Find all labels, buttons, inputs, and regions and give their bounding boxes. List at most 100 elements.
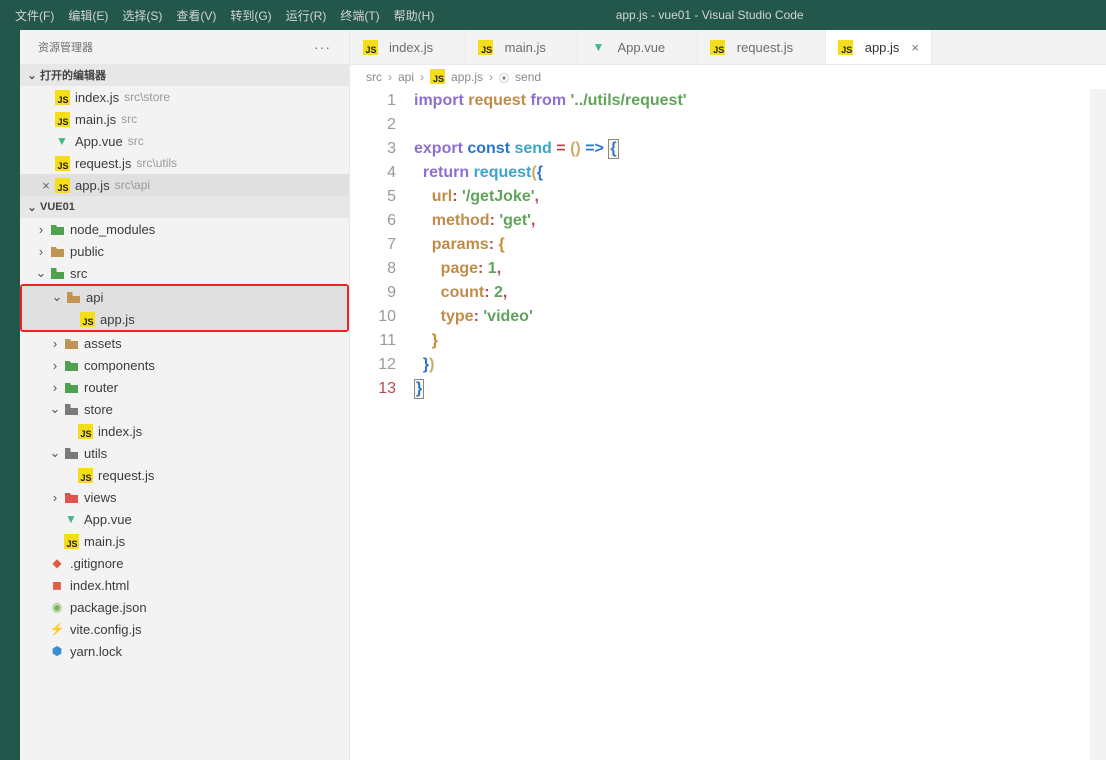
folder-icon xyxy=(66,291,81,304)
close-icon[interactable]: × xyxy=(911,40,919,55)
folder-icon xyxy=(64,381,79,394)
code-line[interactable]: }) xyxy=(414,353,1090,377)
menu-item[interactable]: 选择(S) xyxy=(115,7,169,24)
menu-item[interactable]: 帮助(H) xyxy=(387,7,442,24)
menu-item[interactable]: 运行(R) xyxy=(279,7,334,24)
tree-row[interactable]: ›assets xyxy=(20,332,349,354)
open-editor-path: src\utils xyxy=(136,156,177,170)
code-line[interactable]: count: 2, xyxy=(414,281,1090,305)
open-editor-path: src\api xyxy=(115,178,150,192)
more-icon[interactable]: ··· xyxy=(314,39,331,55)
tree-row[interactable]: ◼index.html xyxy=(20,574,349,596)
activity-bar[interactable] xyxy=(0,30,20,760)
tree-row[interactable]: ⌄api xyxy=(22,286,347,308)
code-line[interactable]: } xyxy=(414,377,1090,401)
code-line[interactable]: url: '/getJoke', xyxy=(414,185,1090,209)
code-lines[interactable]: import request from '../utils/request' ex… xyxy=(414,89,1090,760)
tree-item-name: api xyxy=(86,290,103,305)
menu-item[interactable]: 文件(F) xyxy=(8,7,61,24)
code-line[interactable]: export const send = () => { xyxy=(414,137,1090,161)
code-line[interactable]: return request({ xyxy=(414,161,1090,185)
chevron-right-icon: › xyxy=(489,70,493,84)
tree-item-name: request.js xyxy=(98,468,154,483)
editor-tab[interactable]: JSmain.js× xyxy=(466,30,579,64)
editor-tab[interactable]: JSapp.js× xyxy=(826,30,932,64)
open-editor-row[interactable]: ▼App.vuesrc xyxy=(20,130,349,152)
yarn-icon: ⬢ xyxy=(52,644,62,658)
code-line[interactable]: } xyxy=(414,329,1090,353)
chevron-right-icon: › xyxy=(420,70,424,84)
breadcrumb[interactable]: src›api›JSapp.js›⦿send xyxy=(350,65,1106,89)
open-editors-header[interactable]: ⌄ 打开的编辑器 xyxy=(20,64,349,86)
menu-item[interactable]: 查看(V) xyxy=(169,7,223,24)
folder-icon xyxy=(64,491,79,504)
open-editor-row[interactable]: JSmain.jssrc xyxy=(20,108,349,130)
tree-item-name: index.js xyxy=(98,424,142,439)
code-line[interactable]: type: 'video' xyxy=(414,305,1090,329)
tree-row[interactable]: ›node_modules xyxy=(20,218,349,240)
js-icon: JS xyxy=(838,40,853,55)
breadcrumb-segment[interactable]: send xyxy=(515,70,541,84)
tree-row[interactable]: ⬢yarn.lock xyxy=(20,640,349,662)
tree-row[interactable]: JSindex.js xyxy=(20,420,349,442)
chevron-right-icon: › xyxy=(34,222,48,237)
open-editor-path: src\store xyxy=(124,90,170,104)
tree-row[interactable]: ›views xyxy=(20,486,349,508)
close-icon[interactable]: × xyxy=(38,178,54,193)
tree-row[interactable]: JS main.js xyxy=(20,530,349,552)
editor-tab[interactable]: JSrequest.js× xyxy=(698,30,826,64)
tree-row[interactable]: JSapp.js xyxy=(22,308,347,330)
tree-row[interactable]: ▼App.vue xyxy=(20,508,349,530)
line-number: 1 xyxy=(350,89,396,113)
line-number: 12 xyxy=(350,353,396,377)
js-icon: JS xyxy=(430,69,445,84)
chevron-down-icon: ⌄ xyxy=(24,69,40,82)
js-icon: JS xyxy=(78,468,93,483)
tree-item-name: store xyxy=(84,402,113,417)
tree-item-name: package.json xyxy=(70,600,147,615)
code-line[interactable]: import request from '../utils/request' xyxy=(414,89,1090,113)
code-line[interactable]: page: 1, xyxy=(414,257,1090,281)
tree-row[interactable]: ◆.gitignore xyxy=(20,552,349,574)
breadcrumb-segment[interactable]: src xyxy=(366,70,382,84)
folder-icon xyxy=(64,447,79,460)
editor-tab[interactable]: ▼App.vue× xyxy=(578,30,697,64)
tree-row[interactable]: ◉package.json xyxy=(20,596,349,618)
tree-item-name: public xyxy=(70,244,104,259)
js-icon: JS xyxy=(64,534,79,549)
code-line[interactable]: params: { xyxy=(414,233,1090,257)
chevron-right-icon: › xyxy=(48,380,62,395)
tree-row[interactable]: ›components xyxy=(20,354,349,376)
code-line[interactable]: method: 'get', xyxy=(414,209,1090,233)
editor-tab[interactable]: JSindex.js× xyxy=(350,30,466,64)
menu-items: 文件(F)编辑(E)选择(S)查看(V)转到(G)运行(R)终端(T)帮助(H) xyxy=(8,7,441,24)
project-header[interactable]: ⌄ VUE01 xyxy=(20,196,349,218)
minimap[interactable] xyxy=(1090,89,1106,760)
open-editor-row[interactable]: JSindex.jssrc\store xyxy=(20,86,349,108)
code-line[interactable] xyxy=(414,113,1090,137)
tree-row[interactable]: ⌄utils xyxy=(20,442,349,464)
breadcrumb-segment[interactable]: api xyxy=(398,70,414,84)
js-icon: JS xyxy=(55,112,70,127)
tab-label: App.vue xyxy=(617,40,665,55)
symbol-icon: ⦿ xyxy=(499,70,509,85)
menu-item[interactable]: 转到(G) xyxy=(223,7,278,24)
sidebar: 资源管理器 ··· ⌄ 打开的编辑器 JSindex.jssrc\storeJS… xyxy=(20,30,350,760)
menu-item[interactable]: 终端(T) xyxy=(333,7,386,24)
open-editor-row[interactable]: JSrequest.jssrc\utils xyxy=(20,152,349,174)
tree-row[interactable]: ›router xyxy=(20,376,349,398)
chevron-right-icon: › xyxy=(48,358,62,373)
tree-item-name: main.js xyxy=(84,534,125,549)
tree-row[interactable]: ⚡vite.config.js xyxy=(20,618,349,640)
menu-item[interactable]: 编辑(E) xyxy=(61,7,115,24)
open-editor-row[interactable]: ×JSapp.jssrc\api xyxy=(20,174,349,196)
breadcrumb-segment[interactable]: app.js xyxy=(451,70,483,84)
js-icon: JS xyxy=(55,90,70,105)
open-editors-label: 打开的编辑器 xyxy=(40,67,106,83)
tree-row[interactable]: ›public xyxy=(20,240,349,262)
tree-row[interactable]: ⌄src xyxy=(20,262,349,284)
line-number-gutter: 12345678910111213 xyxy=(350,89,414,760)
tree-row[interactable]: ⌄store xyxy=(20,398,349,420)
tree-row[interactable]: JS request.js xyxy=(20,464,349,486)
code-editor[interactable]: 12345678910111213 import request from '.… xyxy=(350,89,1106,760)
